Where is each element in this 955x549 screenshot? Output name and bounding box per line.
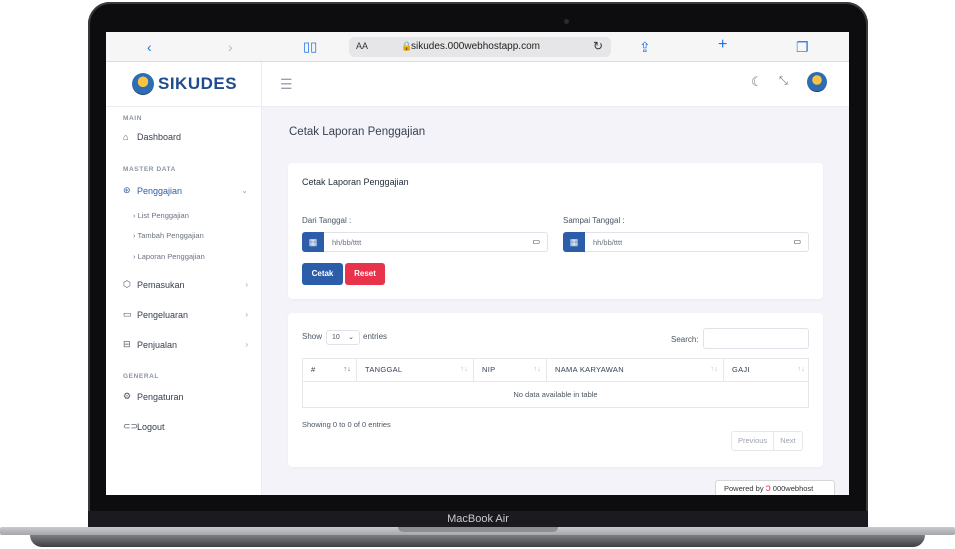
pagination: Previous Next <box>731 431 803 451</box>
card-title: Cetak Laporan Penggajian <box>302 177 409 187</box>
share-icon[interactable]: ⇪ <box>639 38 651 56</box>
hinge-notch <box>398 527 558 532</box>
page-length-select[interactable]: 10 ⌄ <box>326 330 360 345</box>
avatar[interactable] <box>807 72 827 92</box>
sort-icon: ↑↓ <box>797 366 805 373</box>
sidebar-sub-list-penggajian[interactable]: › List Penggajian <box>133 211 189 220</box>
page-title: Cetak Laporan Penggajian <box>289 126 426 138</box>
sort-icon: ↑↓ <box>343 366 351 373</box>
sidebar-sub-tambah-penggajian[interactable]: › Tambah Penggajian <box>133 231 204 240</box>
sidebar-item-penjualan[interactable]: ⊟ Penjualan › <box>123 339 248 350</box>
app-header: SIKUDES ☰ ☾ ⤡ <box>106 62 849 107</box>
tabs-icon[interactable]: ❐ <box>796 38 809 56</box>
url-text[interactable]: sikudes.000webhostapp.com <box>411 41 540 52</box>
dark-mode-icon[interactable]: ☾ <box>751 74 763 90</box>
chevron-right-icon: › <box>245 310 248 319</box>
address-bar[interactable]: AA 🔒 sikudes.000webhostapp.com ↻ <box>349 37 611 57</box>
column-header-nama-karyawan[interactable]: NAMA KARYAWAN ↑↓ <box>547 359 724 381</box>
chevron-down-icon: ⌄ <box>348 334 354 341</box>
sidebar-item-pemasukan[interactable]: ⬡ Pemasukan › <box>123 279 248 290</box>
print-button[interactable]: Cetak <box>302 263 343 285</box>
shopping-bag-icon: ⊟ <box>123 339 131 349</box>
back-icon[interactable]: ‹ <box>147 38 152 56</box>
sidebar-sub-laporan-penggajian[interactable]: › Laporan Penggajian <box>133 252 205 261</box>
text-size-button[interactable]: AA <box>356 41 368 51</box>
empty-table-message: No data available in table <box>303 381 808 407</box>
chevron-right-icon: › <box>245 340 248 349</box>
report-form-card: Cetak Laporan Penggajian Dari Tanggal : … <box>288 163 823 299</box>
chevron-right-icon: › <box>245 280 248 289</box>
to-date-label: Sampai Tanggal : <box>563 216 625 225</box>
search-input[interactable] <box>703 328 809 349</box>
powered-by-badge[interactable]: Powered by ↄ 000webhost <box>715 480 835 495</box>
search-label: Search: <box>671 335 699 344</box>
column-header-nip[interactable]: NIP ↑↓ <box>474 359 547 381</box>
sidebar-item-pengaturan[interactable]: ⚙ Pengaturan <box>123 391 248 402</box>
column-header-gaji[interactable]: GAJI ↑↓ <box>724 359 810 381</box>
box-icon: ⬡ <box>123 279 131 289</box>
entries-label: entries <box>363 332 388 341</box>
credit-card-icon: ▭ <box>123 309 132 319</box>
date-picker-icon[interactable]: ▭ <box>532 237 540 246</box>
menu-toggle-icon[interactable]: ☰ <box>280 76 293 93</box>
previous-button[interactable]: Previous <box>732 432 773 450</box>
calendar-icon: ▦ <box>302 232 324 252</box>
show-label: Show <box>302 332 323 341</box>
reload-icon[interactable]: ↻ <box>593 39 603 53</box>
from-date-input[interactable]: hh/bb/tttt ▭ <box>324 232 548 252</box>
gear-icon: ⚙ <box>123 391 132 401</box>
payroll-table: # ↑↓ TANGGAL ↑↓ NIP ↑↓ NAMA KARYAWAN ↑↓ GAJI… <box>302 358 809 408</box>
sidebar-item-dashboard[interactable]: ⌂ Dashboard <box>123 132 248 142</box>
date-picker-icon[interactable]: ▭ <box>793 237 801 246</box>
laptop-frame: ‹ › ▯▯ AA 🔒 sikudes.000webhostapp.com ↻ … <box>0 0 955 549</box>
camera <box>564 19 569 24</box>
from-date-label: Dari Tanggal : <box>302 216 352 225</box>
000webhost-logo-icon: ↄ <box>765 483 771 494</box>
sort-icon: ↑↓ <box>460 366 468 373</box>
laptop-base <box>0 527 955 549</box>
column-header-number[interactable]: # ↑↓ <box>303 359 357 381</box>
forward-icon[interactable]: › <box>228 38 233 56</box>
screen: ‹ › ▯▯ AA 🔒 sikudes.000webhostapp.com ↻ … <box>106 32 849 495</box>
sidebar-item-logout[interactable]: ⊂⊃ Logout <box>123 421 248 432</box>
home-icon: ⌂ <box>123 132 129 142</box>
next-button[interactable]: Next <box>773 432 801 450</box>
section-master-data: MASTER DATA <box>123 166 176 173</box>
table-info: Showing 0 to 0 of 0 entries <box>302 420 391 429</box>
sort-icon: ↑↓ <box>710 366 718 373</box>
datatable-card: Show 10 ⌄ entries Search: # ↑↓ TANGGAL ↑↓ … <box>288 313 823 467</box>
bookmarks-icon[interactable]: ▯▯ <box>303 38 317 56</box>
sidebar-item-penggajian[interactable]: ⊛ Penggajian ⌄ <box>123 185 248 196</box>
sort-icon: ↑↓ <box>533 366 541 373</box>
logo[interactable]: SIKUDES <box>106 62 262 107</box>
sidebar: MAIN ⌂ Dashboard MASTER DATA ⊛ Penggajia… <box>106 107 262 495</box>
logo-emblem-icon <box>132 73 154 95</box>
fullscreen-exit-icon[interactable]: ⤡ <box>779 75 788 88</box>
toggle-icon: ⊂⊃ <box>123 421 139 431</box>
payroll-icon: ⊛ <box>123 185 131 195</box>
to-date-input[interactable]: hh/bb/tttt ▭ <box>585 232 809 252</box>
section-main: MAIN <box>123 115 143 122</box>
browser-toolbar: ‹ › ▯▯ AA 🔒 sikudes.000webhostapp.com ↻ … <box>106 32 849 62</box>
to-date-group: ▦ hh/bb/tttt ▭ <box>563 232 809 252</box>
reset-button[interactable]: Reset <box>345 263 385 285</box>
sidebar-item-pengeluaran[interactable]: ▭ Pengeluaran › <box>123 309 248 320</box>
chevron-down-icon: ⌄ <box>241 186 248 195</box>
from-date-group: ▦ hh/bb/tttt ▭ <box>302 232 548 252</box>
column-header-tanggal[interactable]: TANGGAL ↑↓ <box>357 359 474 381</box>
section-general: GENERAL <box>123 373 159 380</box>
calendar-icon: ▦ <box>563 232 585 252</box>
new-tab-icon[interactable]: + <box>718 36 727 54</box>
device-label: MacBook Air <box>88 511 868 527</box>
base-bottom <box>30 535 925 547</box>
logo-text: SIKUDES <box>158 74 238 93</box>
